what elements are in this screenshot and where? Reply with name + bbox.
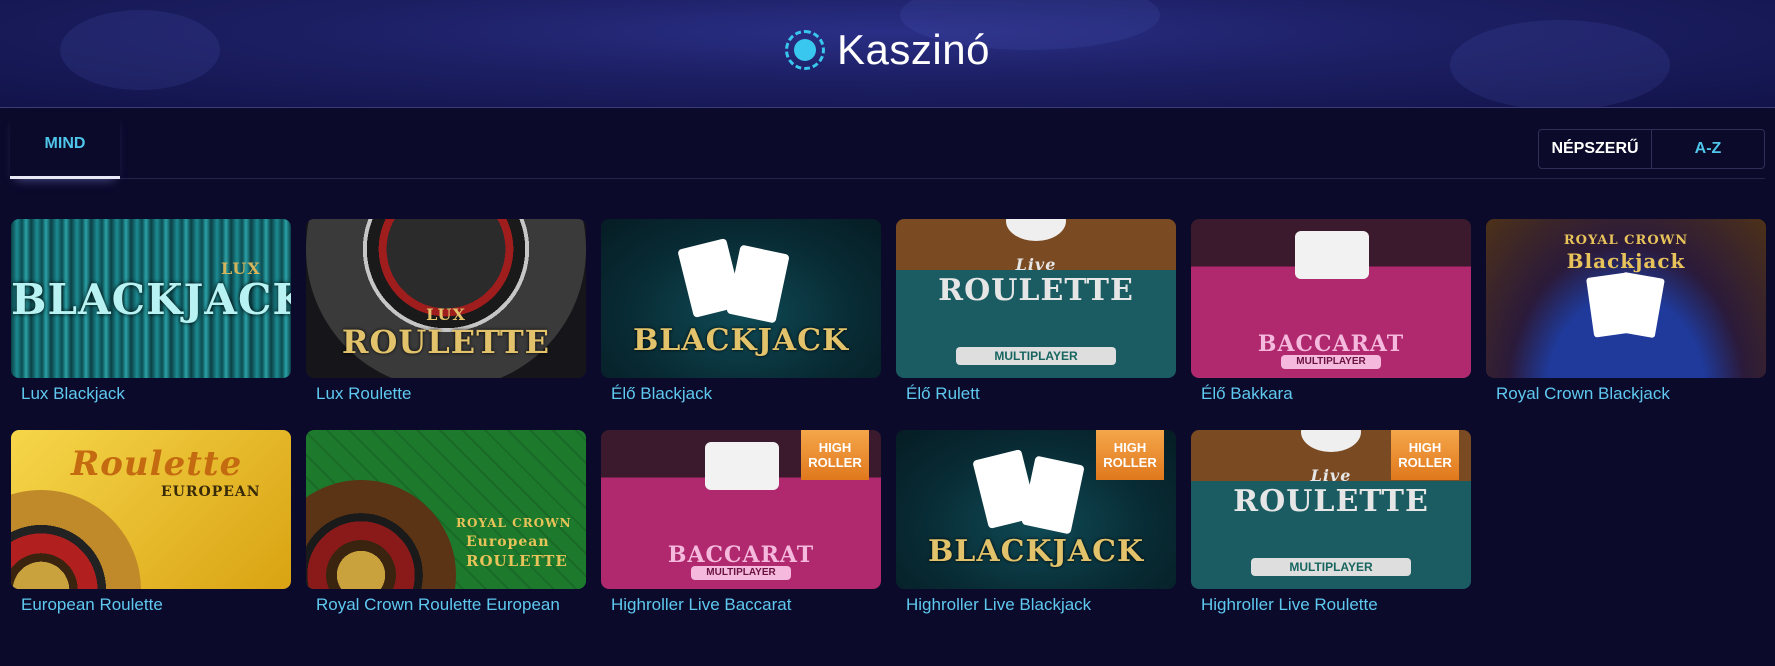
game-art-title: ROULETTE [341, 323, 551, 361]
game-art-title: ROULETTE [938, 273, 1134, 308]
game-card[interactable]: ROULETTE LUX Lux Roulette [306, 219, 586, 403]
game-art-subtitle: ROYAL CROWN [456, 516, 572, 530]
game-card[interactable]: BACCARAT MULTIPLAYER Élő Bakkara [1191, 219, 1471, 403]
page-title: Kaszinó [837, 26, 990, 73]
game-thumbnail[interactable]: BLACKJACK HIGH ROLLER [896, 430, 1176, 589]
game-card[interactable]: Live ROULETTE MULTIPLAYER HIGH ROLLER Hi… [1191, 430, 1471, 614]
game-title[interactable]: Élő Rulett [906, 384, 980, 404]
game-art-plaque: MULTIPLAYER [1281, 355, 1381, 369]
game-thumbnail[interactable]: BLACKJACK LUX [11, 219, 291, 378]
highroller-badge: HIGH ROLLER [1096, 430, 1164, 480]
game-card[interactable]: ROYAL CROWN Blackjack Royal Crown Blackj… [1486, 219, 1766, 403]
game-title[interactable]: Élő Blackjack [611, 384, 712, 404]
sort-az-button[interactable]: A-Z [1652, 130, 1764, 168]
highroller-badge: HIGH ROLLER [1391, 430, 1459, 480]
game-thumbnail[interactable]: BACCARAT MULTIPLAYER HIGH ROLLER [601, 430, 881, 589]
game-art-title: BACCARAT [667, 542, 815, 568]
game-title[interactable]: Royal Crown Blackjack [1496, 384, 1670, 404]
casino-chip-icon [785, 30, 826, 70]
sort-toggle: NÉPSZERŰ A-Z [1538, 129, 1765, 169]
game-card[interactable]: Roulette EUROPEAN European Roulette [11, 430, 291, 614]
game-title[interactable]: Highroller Live Baccarat [611, 595, 791, 615]
game-art-subtitle: ROYAL CROWN [1563, 233, 1689, 248]
game-title[interactable]: Lux Roulette [316, 384, 411, 404]
game-card[interactable]: BLACKJACK LUX Lux Blackjack [11, 219, 291, 403]
badge-line-2: ROLLER [808, 455, 862, 470]
game-art-title: ROULETTE [466, 552, 568, 570]
game-art-title: ROULETTE [1233, 484, 1429, 519]
game-title[interactable]: Lux Blackjack [21, 384, 125, 404]
game-thumbnail[interactable]: ROYAL CROWN Blackjack [1486, 219, 1766, 378]
sort-popular-button[interactable]: NÉPSZERŰ [1539, 130, 1652, 168]
game-art-subtitle: LUX [426, 305, 466, 324]
game-art-title: BLACKJACK [11, 275, 291, 324]
game-thumbnail[interactable]: ROULETTE LUX [306, 219, 586, 378]
game-card[interactable]: Live ROULETTE MULTIPLAYER Élő Rulett [896, 219, 1176, 403]
game-art-title: Blackjack [1566, 249, 1686, 273]
game-thumbnail[interactable]: Live ROULETTE MULTIPLAYER HIGH ROLLER [1191, 430, 1471, 589]
highroller-badge: HIGH ROLLER [801, 430, 869, 480]
game-art-title: BLACKJACK [927, 534, 1145, 569]
game-thumbnail[interactable]: BLACKJACK [601, 219, 881, 378]
badge-line-1: HIGH [818, 440, 852, 455]
game-title[interactable]: Highroller Live Blackjack [906, 595, 1091, 615]
game-art-plaque: MULTIPLAYER [1251, 558, 1411, 576]
game-card[interactable]: BACCARAT MULTIPLAYER HIGH ROLLER Highrol… [601, 430, 881, 614]
game-art-subtitle: LUX [221, 259, 261, 278]
game-art-plaque: MULTIPLAYER [956, 347, 1116, 365]
game-card[interactable]: BLACKJACK HIGH ROLLER Highroller Live Bl… [896, 430, 1176, 614]
game-thumbnail[interactable]: Live ROULETTE MULTIPLAYER [896, 219, 1176, 378]
tab-all[interactable]: MIND [10, 112, 120, 179]
game-title[interactable]: Élő Bakkara [1201, 384, 1293, 404]
game-card[interactable]: ROYAL CROWN European ROULETTE Royal Crow… [306, 430, 586, 614]
game-art-subtitle: European [466, 534, 550, 550]
game-title[interactable]: Royal Crown Roulette European [316, 595, 560, 615]
game-thumbnail[interactable]: BACCARAT MULTIPLAYER [1191, 219, 1471, 378]
filter-bar: MIND NÉPSZERŰ A-Z [10, 112, 1765, 179]
badge-line-1: HIGH [1113, 440, 1147, 455]
game-art-subtitle: Live [1015, 255, 1057, 274]
game-art-title: BLACKJACK [632, 323, 850, 358]
badge-line-2: ROLLER [1398, 455, 1452, 470]
game-thumbnail[interactable]: Roulette EUROPEAN [11, 430, 291, 589]
badge-line-1: HIGH [1408, 440, 1442, 455]
badge-line-2: ROLLER [1103, 455, 1157, 470]
game-card[interactable]: BLACKJACK Élő Blackjack [601, 219, 881, 403]
game-title[interactable]: European Roulette [21, 595, 163, 615]
game-thumbnail[interactable]: ROYAL CROWN European ROULETTE [306, 430, 586, 589]
game-art-title: Roulette [71, 444, 243, 484]
game-title[interactable]: Highroller Live Roulette [1201, 595, 1378, 615]
game-art-plaque: MULTIPLAYER [691, 566, 791, 580]
game-art-subtitle: EUROPEAN [161, 484, 261, 500]
game-art-title: BACCARAT [1257, 331, 1405, 357]
page-header: Kaszinó [0, 0, 1775, 108]
